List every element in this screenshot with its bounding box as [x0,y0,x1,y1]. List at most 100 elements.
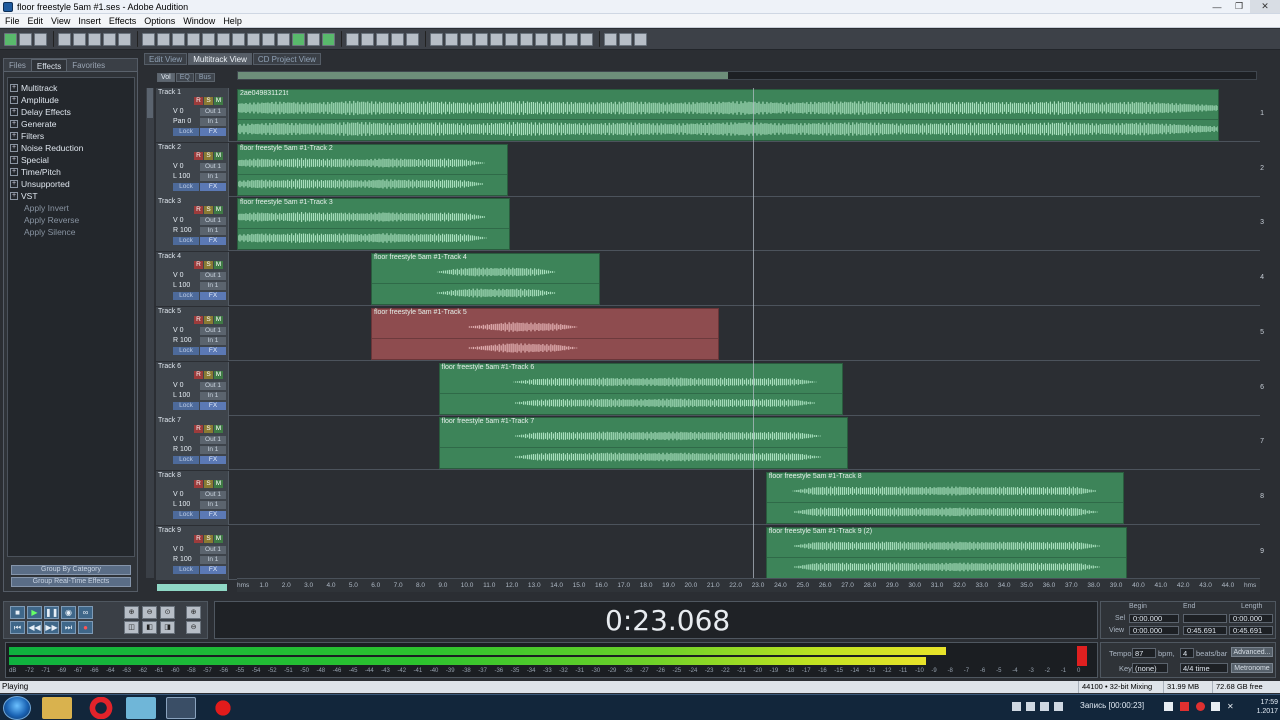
pan-icon[interactable] [475,32,488,46]
zoom-full-icon[interactable]: ⊙ [160,606,175,619]
track-pan[interactable]: Pan 0 [173,118,191,125]
lock-button[interactable]: Lock [173,182,199,191]
track-pan[interactable]: R 100 [173,446,192,453]
track-row[interactable]: Track 1 RSM V 0 Pan 0 Out 1 In 1 Lock FX 2ae0498… [156,88,1264,142]
track-output-select[interactable]: Out 1 [200,545,226,554]
scroll-thumb[interactable] [147,88,153,118]
record-arm-button[interactable]: R [194,425,203,434]
effects-tree-item[interactable]: + Filters [10,130,132,142]
fx-button[interactable]: FX [200,292,226,301]
track-row[interactable]: Track 9 RSM V 0 R 100 Out 1 In 1 Lock FX floor f… [156,525,1264,580]
tray-arrow-icon[interactable] [1012,702,1021,711]
tray-crop-icon[interactable] [1054,702,1063,711]
vol-icon[interactable] [460,32,473,46]
track-row[interactable]: Track 6 RSM V 0 L 100 Out 1 In 1 Lock FX floor f… [156,361,1264,416]
screen-recorder-icon[interactable] [208,697,238,719]
record-arm-button[interactable]: R [194,479,203,488]
zoom-out-horizontal-icon[interactable]: ⊖ [142,606,157,619]
loop-icon[interactable] [322,32,335,46]
sel-length-field[interactable]: 0:00.000 [1229,614,1273,623]
time-signature-select[interactable]: 4/4 time [1180,663,1228,673]
track-row[interactable]: Track 8 RSM V 0 L 100 Out 1 In 1 Lock FX floor f… [156,470,1264,525]
expand-icon[interactable]: + [10,192,18,200]
track-name[interactable]: Track 1 [158,89,181,96]
effects-tree-item[interactable]: + Delay Effects [10,106,132,118]
advanced-button[interactable]: Advanced... [1231,647,1273,657]
expand-icon[interactable]: + [10,96,18,104]
audio-clip[interactable]: floor freestyle 5am #1-Track 7 [438,417,848,470]
lock-button[interactable]: Lock [173,565,199,574]
record-button[interactable]: ● [78,621,93,634]
paste-icon[interactable] [187,32,200,46]
key-select[interactable]: (none) [1132,663,1168,673]
stretch-icon[interactable] [292,32,305,46]
track-input-select[interactable]: In 1 [200,172,226,181]
track-pan[interactable]: R 100 [173,227,192,234]
track-volume[interactable]: V 0 [173,327,184,334]
track-volume[interactable]: V 0 [173,546,184,553]
rewind-button[interactable]: ◀◀ [27,621,42,634]
track-pan[interactable]: R 100 [173,556,192,563]
effects-tree-item[interactable]: + Multitrack [10,82,132,94]
subtab-eq[interactable]: EQ [175,73,194,82]
save-icon[interactable] [88,32,101,46]
camera-icon[interactable] [1211,702,1220,711]
expand-icon[interactable]: + [10,180,18,188]
expand-icon[interactable]: + [10,156,18,164]
zoom-icon[interactable] [346,32,359,46]
track-name[interactable]: Track 7 [158,417,181,424]
time-ruler[interactable]: hms 1.0 2.0 3.0 4.0 5.0 6.0 7.0 8.0 9.0 10.0 11.0 12… [237,578,1260,592]
close-icon[interactable]: ✕ [1250,0,1280,13]
record-arm-button[interactable]: R [194,370,203,379]
play-button[interactable]: ▶ [27,606,42,619]
tab-favorites[interactable]: Favorites [67,59,110,71]
audio-clip[interactable]: floor freestyle 5am #1-Track 3 [237,198,511,251]
track-volume[interactable]: V 0 [173,163,184,170]
lock-icon[interactable] [550,32,563,46]
record-arm-icon[interactable] [520,32,533,46]
view-length-field[interactable]: 0:45.691 [1229,626,1273,635]
go-to-start-button[interactable]: ⏮ [10,621,25,634]
fx-icon[interactable] [565,32,578,46]
track-output-select[interactable]: Out 1 [200,326,226,335]
tab-multitrack-view[interactable]: Multitrack View [188,53,252,65]
lock-button[interactable]: Lock [173,401,199,410]
track-volume[interactable]: V 0 [173,272,184,279]
mute-button[interactable]: M [214,479,223,488]
subtab-vol[interactable]: Vol [157,73,175,82]
close-recorder-icon[interactable]: ✕ [1227,702,1236,711]
track-pan[interactable]: L 100 [173,392,190,399]
mute-button[interactable]: M [214,151,223,160]
opera-browser-icon[interactable] [86,697,116,719]
effects-tree-item[interactable]: + Noise Reduction [10,142,132,154]
menu-effects[interactable]: Effects [109,16,136,26]
copy-icon[interactable] [172,32,185,46]
stop-button[interactable]: ■ [10,606,25,619]
solo-button[interactable]: S [204,206,213,215]
audio-clip[interactable]: floor freestyle 5am #1-Track 6 [438,362,843,415]
menu-window[interactable]: Window [183,16,215,26]
sel-begin-field[interactable]: 0:00.000 [1129,614,1179,623]
tab-edit-view[interactable]: Edit View [144,53,188,65]
menu-options[interactable]: Options [144,16,175,26]
track-row[interactable]: Track 4 RSM V 0 L 100 Out 1 In 1 Lock FX floor f… [156,252,1264,307]
tempo-field[interactable]: 87 [1132,648,1156,658]
expand-icon[interactable]: + [10,108,18,116]
effects-tree-item[interactable]: + Special [10,154,132,166]
track-name[interactable]: Track 5 [158,308,181,315]
audio-clip[interactable]: floor freestyle 5am #1-Track 8 [765,471,1124,524]
track-name[interactable]: Track 6 [158,363,181,370]
fx-button[interactable]: FX [200,237,226,246]
solo-button[interactable]: S [204,151,213,160]
lock-button[interactable]: Lock [173,292,199,301]
snap-icon[interactable] [307,32,320,46]
play-from-cursor-button[interactable]: ◉ [61,606,76,619]
record-arm-button[interactable]: R [194,534,203,543]
cut-icon[interactable] [157,32,170,46]
track-output-select[interactable]: Out 1 [200,381,226,390]
effects-tree-item[interactable]: Apply Reverse [10,214,132,226]
go-to-end-button[interactable]: ⏭ [61,621,76,634]
track-output-select[interactable]: Out 1 [200,108,226,116]
track-output-select[interactable]: Out 1 [200,217,226,226]
solo-button[interactable]: S [204,534,213,543]
